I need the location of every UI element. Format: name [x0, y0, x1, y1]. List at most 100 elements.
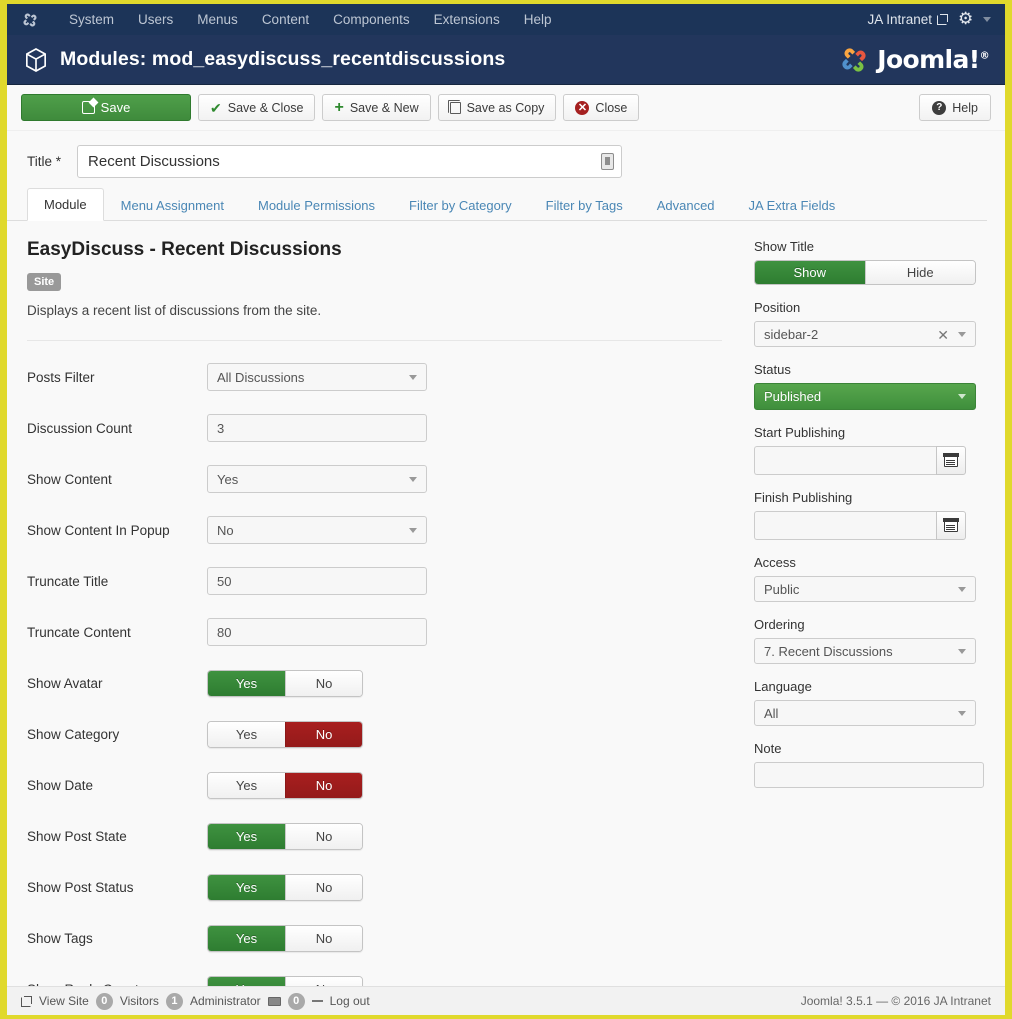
- label-show-post-status: Show Post Status: [27, 879, 134, 895]
- tab-module-permissions[interactable]: Module Permissions: [241, 189, 392, 221]
- tab-filter-by-tags[interactable]: Filter by Tags: [529, 189, 640, 221]
- input-discussion-count[interactable]: 3: [207, 414, 427, 442]
- input-truncate-content[interactable]: 80: [207, 618, 427, 646]
- save-as-copy-button[interactable]: Save as Copy: [437, 94, 557, 121]
- title-input[interactable]: [77, 145, 623, 178]
- logout-link[interactable]: Log out: [330, 994, 370, 1008]
- toggle-show-post-state: Yes No: [207, 822, 363, 850]
- input-finish-publishing[interactable]: [754, 511, 936, 540]
- menu-item-help[interactable]: Help: [512, 6, 564, 33]
- help-button-label: Help: [952, 100, 978, 115]
- select-ordering[interactable]: 7. Recent Discussions: [754, 638, 976, 664]
- label-position: Position: [754, 300, 801, 315]
- toggle-show-tags-yes[interactable]: Yes: [208, 925, 285, 951]
- field-truncate-content: Truncate Content 80: [27, 618, 722, 646]
- save-button[interactable]: Save: [21, 94, 191, 121]
- save-and-close-button[interactable]: ✔ Save & Close: [198, 94, 316, 121]
- label-note: Note: [754, 741, 782, 756]
- visitors-badge: 0: [95, 992, 113, 1010]
- select-show-content-in-popup[interactable]: No: [207, 516, 427, 544]
- field-show-date: Show Date Yes No: [27, 771, 722, 799]
- calendar-icon: [943, 518, 959, 532]
- select-posts-filter-value: All Discussions: [217, 369, 305, 385]
- tab-menu-assignment[interactable]: Menu Assignment: [104, 189, 241, 221]
- select-language[interactable]: All: [754, 700, 976, 726]
- input-truncate-title-value: 50: [217, 573, 232, 589]
- calendar-button-start-publishing[interactable]: [936, 446, 966, 475]
- label-show-category: Show Category: [27, 726, 120, 742]
- toggle-show-post-status-no[interactable]: No: [285, 874, 362, 900]
- field-show-post-status: Show Post Status Yes No: [27, 873, 722, 901]
- help-button[interactable]: ? Help: [919, 94, 991, 121]
- chevron-down-icon[interactable]: [983, 17, 991, 22]
- select-position[interactable]: sidebar-2 ✕: [754, 321, 976, 347]
- title-input-wrapper: [77, 145, 623, 178]
- gear-icon[interactable]: [958, 11, 973, 27]
- menu-item-components[interactable]: Components: [321, 6, 422, 33]
- select-status[interactable]: Published: [754, 383, 976, 410]
- external-link-icon: [937, 14, 948, 25]
- select-posts-filter[interactable]: All Discussions: [207, 363, 427, 391]
- toggle-show-title-hide[interactable]: Hide: [864, 261, 975, 284]
- site-name-link[interactable]: JA Intranet: [867, 12, 948, 27]
- field-show-category: Show Category Yes No: [27, 720, 722, 748]
- separator-icon: [311, 1000, 323, 1002]
- toggle-show-tags-no[interactable]: No: [285, 925, 362, 951]
- save-and-new-label: Save & New: [349, 100, 419, 115]
- menu-item-content[interactable]: Content: [250, 6, 321, 33]
- toggle-show-post-status-yes[interactable]: Yes: [208, 874, 285, 900]
- tab-module[interactable]: Module: [27, 188, 104, 221]
- input-truncate-title[interactable]: 50: [207, 567, 427, 595]
- tab-filter-by-category[interactable]: Filter by Category: [392, 189, 529, 221]
- joomla-logo-icon[interactable]: [21, 11, 39, 29]
- select-ordering-value: 7. Recent Discussions: [764, 643, 893, 659]
- save-and-new-button[interactable]: + Save & New: [322, 94, 431, 121]
- title-field-label: Title *: [27, 154, 61, 169]
- toggle-show-category-no[interactable]: No: [285, 721, 362, 747]
- help-icon: ?: [932, 100, 947, 115]
- select-access[interactable]: Public: [754, 576, 976, 602]
- plus-icon: +: [334, 98, 344, 116]
- tab-ja-extra-fields[interactable]: JA Extra Fields: [732, 189, 853, 221]
- mail-icon: [267, 996, 281, 1006]
- messages-badge: 0: [287, 992, 305, 1010]
- label-ordering: Ordering: [754, 617, 805, 632]
- toggle-show-avatar-yes[interactable]: Yes: [208, 670, 285, 696]
- admin-main-menu: System Users Menus Content Components Ex…: [57, 6, 563, 33]
- toggle-show-avatar-no[interactable]: No: [285, 670, 362, 696]
- tab-bar: Module Menu Assignment Module Permission…: [7, 188, 987, 221]
- menu-item-system[interactable]: System: [57, 6, 126, 33]
- toggle-show-post-state-yes[interactable]: Yes: [208, 823, 285, 849]
- clear-x-icon[interactable]: ✕: [937, 326, 949, 344]
- field-ordering: Ordering 7. Recent Discussions: [754, 617, 976, 664]
- copyright-text: Joomla! 3.5.1 — © 2016 JA Intranet: [800, 994, 991, 1008]
- label-truncate-content: Truncate Content: [27, 624, 131, 640]
- save-button-label: Save: [100, 100, 131, 115]
- toggle-show-avatar: Yes No: [207, 669, 363, 697]
- view-site-link[interactable]: View Site: [39, 994, 89, 1008]
- toggle-show-category-yes[interactable]: Yes: [208, 721, 285, 747]
- calendar-button-finish-publishing[interactable]: [936, 511, 966, 540]
- menu-item-users[interactable]: Users: [126, 6, 185, 33]
- toggle-show-date-yes[interactable]: Yes: [208, 772, 285, 798]
- toggle-show-title-show[interactable]: Show: [755, 261, 865, 284]
- field-show-title: Show Title Show Hide: [754, 239, 976, 285]
- content-area: EasyDiscuss - Recent Discussions Site Di…: [7, 221, 1005, 1015]
- copy-icon: [447, 99, 461, 114]
- input-start-publishing[interactable]: [754, 446, 936, 475]
- label-discussion-count: Discussion Count: [27, 420, 133, 436]
- edit-icon: [81, 101, 95, 114]
- toggle-show-post-state-no[interactable]: No: [285, 823, 362, 849]
- tab-advanced[interactable]: Advanced: [640, 189, 732, 221]
- input-note[interactable]: [754, 762, 984, 788]
- label-show-post-state: Show Post State: [27, 828, 127, 844]
- chevron-down-icon: [958, 332, 966, 337]
- datefield-start-publishing: [754, 446, 966, 475]
- menu-item-menus[interactable]: Menus: [185, 6, 250, 33]
- select-show-content[interactable]: Yes: [207, 465, 427, 493]
- toggle-show-date-no[interactable]: No: [285, 772, 362, 798]
- menu-item-extensions[interactable]: Extensions: [422, 6, 512, 33]
- status-bar-left: View Site 0 Visitors 1 Administrator 0 L…: [21, 992, 370, 1010]
- close-button[interactable]: ✕ Close: [563, 94, 640, 121]
- select-show-content-in-popup-value: No: [217, 522, 234, 538]
